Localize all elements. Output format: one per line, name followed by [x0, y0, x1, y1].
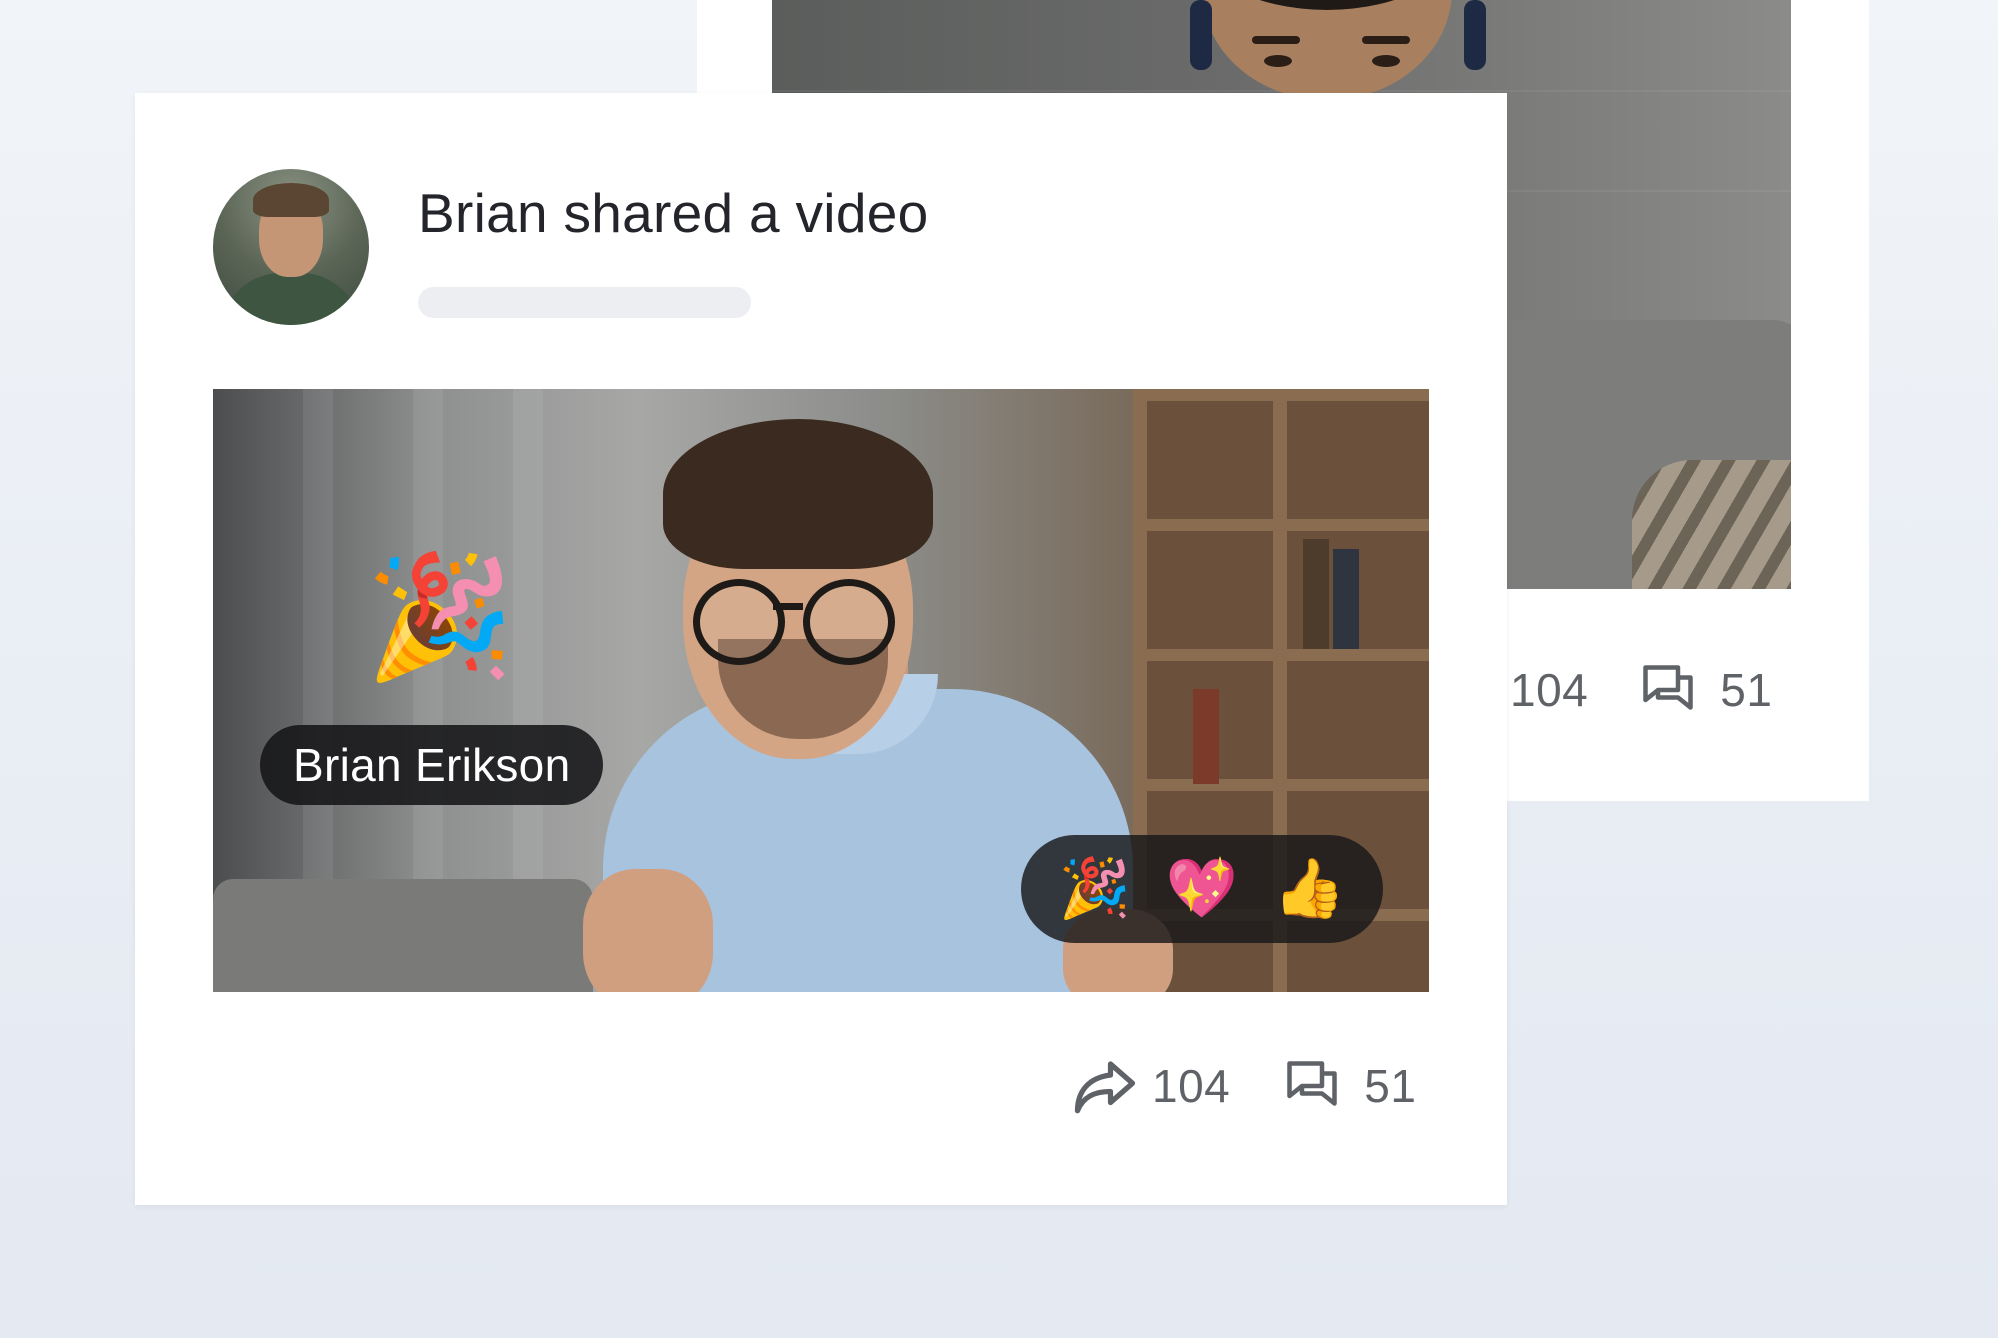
avatar-hair — [253, 183, 329, 217]
eye — [1372, 55, 1400, 67]
post-title: Brian shared a video — [418, 182, 929, 244]
brow — [1362, 36, 1410, 44]
comment-bubbles-icon[interactable] — [1638, 660, 1698, 720]
post-card: Brian shared a video 🎉 Brian Erikson 🎉 💖… — [135, 93, 1507, 1205]
party-popper-icon: 🎉 — [365, 550, 515, 684]
eye — [1264, 55, 1292, 67]
headset-icon — [1190, 0, 1212, 70]
sparkling-heart-reaction-icon[interactable]: 💖 — [1166, 860, 1238, 918]
comment-count: 51 — [1364, 1060, 1417, 1112]
glasses-lens — [803, 579, 895, 665]
post-stats: 104 51 — [1068, 1053, 1416, 1119]
brow — [1252, 36, 1300, 44]
person-head — [1202, 0, 1452, 100]
books — [1193, 689, 1219, 784]
avatar-body — [221, 273, 361, 325]
background-post-stats: 104 51 — [1510, 660, 1772, 720]
avatar[interactable] — [213, 169, 369, 325]
thumbs-up-reaction-icon[interactable]: 👍 — [1273, 860, 1345, 918]
striped-pillow — [1632, 460, 1791, 589]
reaction-bar: 🎉 💖 👍 — [1021, 835, 1383, 943]
glasses-lens — [693, 579, 785, 665]
party-popper-reaction-icon[interactable]: 🎉 — [1059, 860, 1131, 918]
share-count: 104 — [1510, 664, 1589, 716]
video-player[interactable]: 🎉 Brian Erikson 🎉 💖 👍 — [213, 389, 1429, 992]
books — [1333, 549, 1359, 649]
books — [1303, 539, 1329, 649]
person-hair — [663, 419, 933, 569]
headset-icon — [1464, 0, 1486, 70]
comment-count: 51 — [1720, 664, 1773, 716]
share-arrow-icon[interactable] — [1068, 1053, 1142, 1119]
sofa — [213, 879, 593, 992]
glasses-bridge — [773, 603, 803, 610]
share-count: 104 — [1152, 1060, 1231, 1112]
participant-name-tag: Brian Erikson — [260, 725, 604, 805]
comment-bubbles-icon[interactable] — [1282, 1056, 1342, 1116]
person-hand — [583, 869, 713, 992]
subtitle-placeholder — [418, 287, 751, 318]
